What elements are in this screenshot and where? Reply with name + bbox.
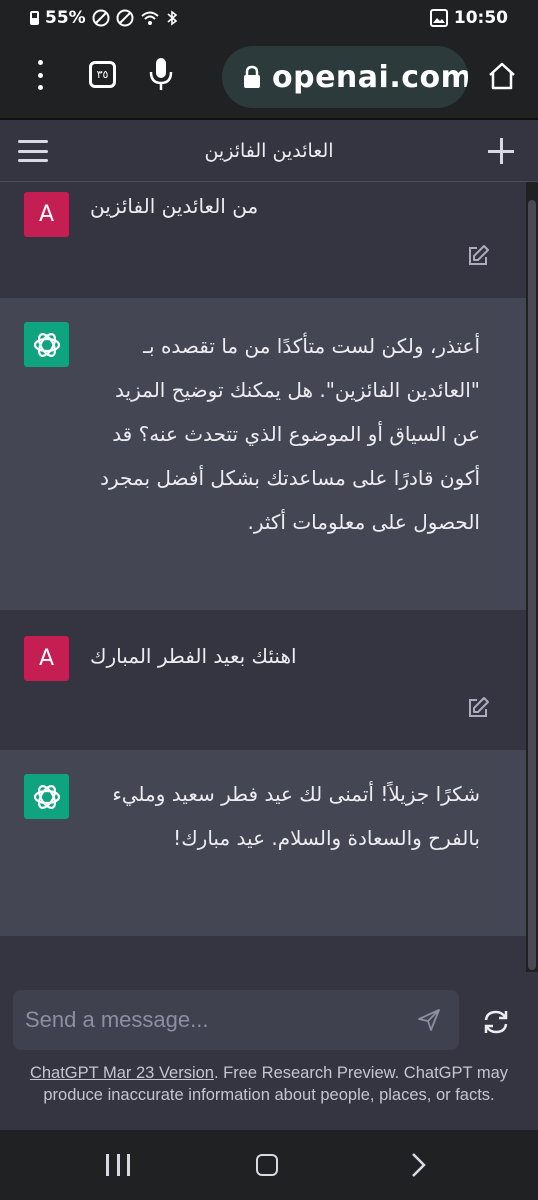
- disclaimer-note: ChatGPT Mar 23 Version. Free Research Pr…: [10, 1062, 528, 1106]
- recent-apps-button[interactable]: [106, 1154, 130, 1176]
- scrollbar-thumb[interactable]: [528, 200, 536, 970]
- regenerate-icon[interactable]: [478, 1004, 514, 1040]
- message-text: اهنئك بعيد الفطر المبارك: [90, 644, 297, 668]
- conversation-title: العائدين الفائزين: [204, 140, 334, 162]
- user-message: A اهنئك بعيد الفطر المبارك: [0, 610, 526, 750]
- version-link[interactable]: ChatGPT Mar 23 Version: [30, 1064, 214, 1082]
- message-text: شكرًا جزيلاً! أتمنى لك عيد فطر سعيد وملي…: [112, 782, 480, 850]
- blocked-icon: [116, 9, 134, 27]
- tab-switcher-button[interactable]: ٣٥: [89, 61, 116, 88]
- edit-icon[interactable]: [466, 244, 490, 268]
- user-avatar: A: [24, 636, 69, 681]
- clock: 10:50: [453, 8, 508, 28]
- url-text: openai.com: [272, 59, 468, 95]
- wifi-icon: [141, 11, 159, 25]
- chat-header: العائدين الفائزين: [0, 120, 538, 182]
- battery-icon: [30, 11, 39, 25]
- home-icon[interactable]: [486, 60, 518, 92]
- send-icon[interactable]: [417, 1008, 441, 1032]
- bluetooth-icon: [167, 10, 177, 26]
- browser-menu-button[interactable]: [30, 60, 50, 90]
- assistant-avatar: [24, 322, 69, 367]
- assistant-message: أعتذر، ولكن لست متأكدًا من ما تقصده بـ "…: [0, 298, 526, 610]
- openai-logo-icon: [33, 784, 60, 809]
- openai-logo-icon: [33, 332, 60, 357]
- message-input-container: [13, 990, 459, 1050]
- composer-area: ChatGPT Mar 23 Version. Free Research Pr…: [0, 972, 538, 1130]
- user-avatar: A: [24, 192, 69, 237]
- system-nav-bar: [0, 1130, 538, 1200]
- thread-bottom-spacer: [0, 936, 526, 972]
- assistant-avatar: [24, 774, 69, 819]
- message-input[interactable]: [25, 998, 395, 1042]
- browser-toolbar: ٣٥ openai.com: [0, 36, 538, 118]
- message-text: أعتذر، ولكن لست متأكدًا من ما تقصده بـ "…: [100, 334, 480, 534]
- status-right: 10:50: [429, 8, 508, 28]
- home-button[interactable]: [256, 1154, 278, 1176]
- new-chat-button[interactable]: [488, 138, 514, 164]
- status-bar: 55% 10:50: [0, 0, 538, 36]
- status-left: 55%: [30, 8, 178, 28]
- address-bar[interactable]: openai.com: [222, 46, 468, 108]
- battery-level: 55%: [45, 8, 86, 28]
- lock-icon: [244, 65, 260, 88]
- user-message: A من العائدين الفائزين: [0, 182, 526, 298]
- edit-icon[interactable]: [466, 696, 490, 720]
- back-icon[interactable]: [406, 1152, 430, 1178]
- conversation-thread: A من العائدين الفائزين أعتذر، ولكن لست م…: [0, 182, 526, 972]
- dnd-icon: [92, 9, 110, 27]
- assistant-message: شكرًا جزيلاً! أتمنى لك عيد فطر سعيد وملي…: [0, 750, 526, 936]
- message-text: من العائدين الفائزين: [90, 194, 259, 218]
- gallery-icon: [429, 9, 448, 27]
- voice-search-icon[interactable]: [148, 56, 174, 92]
